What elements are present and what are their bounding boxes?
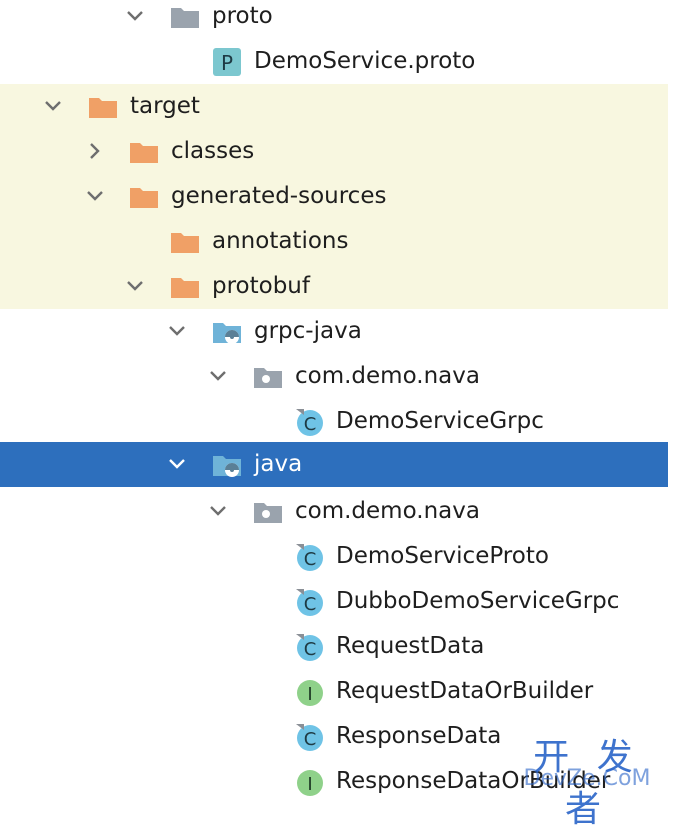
tree-row-responsedata[interactable]: C ResponseData bbox=[0, 714, 668, 759]
chevron-down-icon[interactable] bbox=[162, 449, 192, 479]
java-class-icon: C bbox=[292, 630, 326, 664]
tree-row-java[interactable]: java bbox=[0, 442, 668, 487]
java-interface-icon: I bbox=[292, 675, 326, 709]
tree-row-label: java bbox=[254, 451, 303, 477]
tree-row-label: classes bbox=[171, 138, 255, 164]
package-icon bbox=[251, 495, 285, 529]
chevron-down-icon[interactable] bbox=[203, 496, 233, 526]
tree-row-label: DemoServiceProto bbox=[336, 543, 549, 569]
tree-row-requestdataorbuilder[interactable]: I RequestDataOrBuilder bbox=[0, 669, 668, 714]
java-class-icon: C bbox=[292, 585, 326, 619]
folder-gray-icon bbox=[168, 0, 202, 34]
source-root-folder-icon bbox=[210, 315, 244, 349]
tree-row-label: annotations bbox=[212, 228, 349, 254]
svg-text:C: C bbox=[304, 549, 317, 570]
tree-row-grpc-java[interactable]: grpc-java bbox=[0, 309, 668, 354]
folder-orange-icon bbox=[127, 180, 161, 214]
tree-row-label: ResponseDataOrBuilder bbox=[336, 768, 611, 794]
java-class-icon: C bbox=[292, 405, 326, 439]
java-class-icon: C bbox=[292, 540, 326, 574]
svg-text:C: C bbox=[304, 414, 317, 435]
tree-row-annotations[interactable]: annotations bbox=[0, 219, 668, 264]
proto-file-icon: P bbox=[210, 45, 244, 79]
tree-row-label: DubboDemoServiceGrpc bbox=[336, 588, 620, 614]
tree-row-dubbodemoservicegrpc[interactable]: C DubboDemoServiceGrpc bbox=[0, 579, 668, 624]
svg-text:I: I bbox=[307, 684, 312, 705]
tree-row-label: DemoService.proto bbox=[254, 48, 476, 74]
folder-orange-icon bbox=[86, 90, 120, 124]
tree-row-target[interactable]: target bbox=[0, 84, 668, 129]
tree-row-proto[interactable]: proto bbox=[0, 0, 668, 39]
tree-row-classes[interactable]: classes bbox=[0, 129, 668, 174]
svg-text:I: I bbox=[307, 774, 312, 795]
tree-row-label: com.demo.nava bbox=[295, 363, 480, 389]
tree-row-demoservice-proto[interactable]: P DemoService.proto bbox=[0, 39, 668, 84]
tree-row-label: proto bbox=[212, 3, 273, 29]
tree-row-label: generated-sources bbox=[171, 183, 387, 209]
source-root-folder-icon bbox=[210, 448, 244, 482]
svg-text:C: C bbox=[304, 594, 317, 615]
tree-row-label: DemoServiceGrpc bbox=[336, 408, 544, 434]
chevron-down-icon[interactable] bbox=[120, 271, 150, 301]
tree-row-label: target bbox=[130, 93, 200, 119]
package-icon bbox=[251, 360, 285, 394]
chevron-down-icon[interactable] bbox=[80, 181, 110, 211]
tree-row-responsedataorbuilder[interactable]: I ResponseDataOrBuilder bbox=[0, 759, 668, 804]
tree-row-label: com.demo.nava bbox=[295, 498, 480, 524]
tree-row-generated-sources[interactable]: generated-sources bbox=[0, 174, 668, 219]
java-interface-icon: I bbox=[292, 765, 326, 799]
tree-row-label: RequestDataOrBuilder bbox=[336, 678, 594, 704]
tree-row-package-java[interactable]: com.demo.nava bbox=[0, 489, 668, 534]
chevron-right-icon[interactable] bbox=[80, 136, 110, 166]
folder-orange-icon bbox=[168, 270, 202, 304]
chevron-down-icon[interactable] bbox=[38, 91, 68, 121]
java-class-icon: C bbox=[292, 720, 326, 754]
tree-row-label: ResponseData bbox=[336, 723, 502, 749]
folder-orange-icon bbox=[127, 135, 161, 169]
tree-row-label: protobuf bbox=[212, 273, 310, 299]
project-tree: proto P DemoService.proto target classes… bbox=[0, 0, 668, 800]
chevron-down-icon[interactable] bbox=[203, 361, 233, 391]
tree-row-label: grpc-java bbox=[254, 318, 362, 344]
chevron-down-icon[interactable] bbox=[120, 1, 150, 31]
chevron-down-icon[interactable] bbox=[162, 316, 192, 346]
tree-row-package-grpc[interactable]: com.demo.nava bbox=[0, 354, 668, 399]
tree-row-label: RequestData bbox=[336, 633, 485, 659]
folder-orange-icon bbox=[168, 225, 202, 259]
svg-text:P: P bbox=[221, 51, 233, 75]
tree-row-protobuf[interactable]: protobuf bbox=[0, 264, 668, 309]
svg-text:C: C bbox=[304, 639, 317, 660]
tree-row-demoserviceproto[interactable]: C DemoServiceProto bbox=[0, 534, 668, 579]
svg-text:C: C bbox=[304, 729, 317, 750]
tree-row-demoservicegrpc[interactable]: C DemoServiceGrpc bbox=[0, 399, 668, 444]
tree-row-requestdata[interactable]: C RequestData bbox=[0, 624, 668, 669]
